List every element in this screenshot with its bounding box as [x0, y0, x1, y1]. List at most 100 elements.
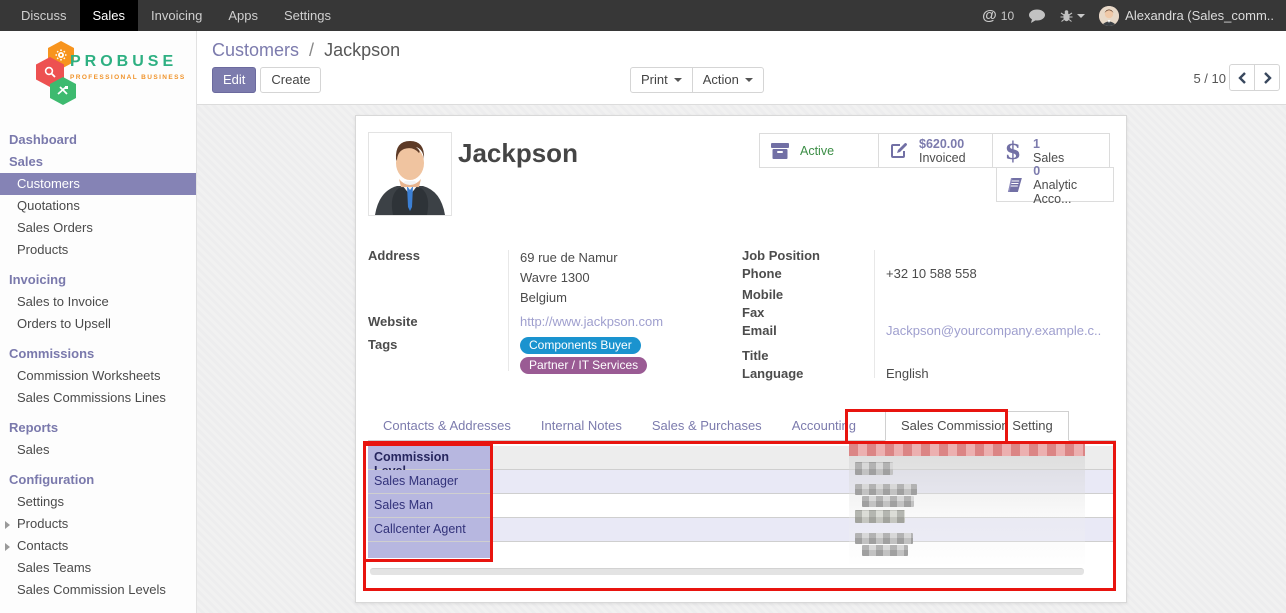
pager-counter: 5 / 10: [1193, 71, 1226, 86]
print-dropdown-button[interactable]: Print: [630, 67, 693, 93]
tab-accounting[interactable]: Accounting: [777, 412, 871, 440]
tag-components-buyer[interactable]: Components Buyer: [520, 337, 641, 354]
job-position-label: Job Position: [742, 246, 874, 263]
redacted-blur: [862, 545, 908, 556]
sidebar-heading-sales[interactable]: Sales: [0, 151, 196, 173]
sidebar-item-config-products[interactable]: Products: [0, 513, 196, 535]
sidebar-item-products[interactable]: Products: [0, 239, 196, 261]
address-street: 69 rue de Namur: [520, 248, 618, 268]
sidebar-item-sales-commissions-lines[interactable]: Sales Commissions Lines: [0, 387, 196, 409]
sidebar-item-sales-teams[interactable]: Sales Teams: [0, 557, 196, 579]
tab-contacts-addresses[interactable]: Contacts & Addresses: [368, 412, 526, 440]
address-value: 69 rue de Namur Wavre 1300 Belgium: [508, 246, 618, 308]
breadcrumb-customers[interactable]: Customers: [212, 40, 299, 60]
address-country: Belgium: [520, 288, 618, 308]
tags-label: Tags: [368, 335, 508, 374]
tag-partner-it-services[interactable]: Partner / IT Services: [520, 357, 647, 374]
sidebar-item-settings[interactable]: Settings: [0, 491, 196, 513]
menu-invoicing[interactable]: Invoicing: [138, 0, 215, 31]
breadcrumb-current: Jackpson: [324, 40, 400, 60]
left-field-column: Address 69 rue de Namur Wavre 1300 Belgi…: [368, 246, 730, 375]
customer-form-sheet: Jackpson Active $620.00 Invoiced: [355, 115, 1127, 603]
at-icon: @: [982, 7, 997, 24]
search-icon: [43, 65, 57, 79]
sales-count: 1: [1033, 137, 1064, 151]
chevron-left-icon: [1238, 72, 1247, 84]
commission-level-column-header[interactable]: Commission Level: [368, 446, 490, 469]
user-menu[interactable]: Alexandra (Sales_comm..: [1099, 6, 1274, 26]
sidebar: PROBUSE PROFESSIONAL BUSINESS Dashboard …: [0, 31, 197, 613]
active-label: Active: [800, 144, 834, 158]
main-content: Customers / Jackpson Edit Create Print A…: [197, 31, 1286, 613]
tab-internal-notes[interactable]: Internal Notes: [526, 412, 637, 440]
create-button[interactable]: Create: [260, 67, 321, 93]
analytic-count: 0: [1033, 164, 1105, 178]
job-position-value: [874, 246, 886, 263]
commission-level-cell[interactable]: Callcenter Agent: [368, 518, 490, 541]
sidebar-heading-invoicing[interactable]: Invoicing: [0, 269, 196, 291]
sidebar-item-label: Products: [17, 516, 68, 531]
invoiced-amount: $620.00: [919, 137, 966, 151]
logo-subtitle: PROFESSIONAL BUSINESS: [70, 74, 186, 81]
phone-label: Phone: [742, 264, 874, 281]
customer-photo[interactable]: [368, 132, 452, 216]
gear-icon: [54, 48, 68, 62]
mobile-label: Mobile: [742, 285, 874, 302]
record-title: Jackpson: [458, 138, 578, 169]
mentions-counter[interactable]: @ 10: [982, 7, 1014, 24]
caret-down-icon: [745, 78, 753, 82]
menu-apps[interactable]: Apps: [215, 0, 271, 31]
commission-level-cell-empty[interactable]: [368, 542, 490, 558]
menu-discuss[interactable]: Discuss: [8, 0, 80, 31]
debug-caret-icon: [1077, 14, 1085, 18]
sidebar-heading-commissions[interactable]: Commissions: [0, 343, 196, 365]
sidebar-item-config-contacts[interactable]: Contacts: [0, 535, 196, 557]
sidebar-item-reports-sales[interactable]: Sales: [0, 439, 196, 461]
tab-sales-purchases[interactable]: Sales & Purchases: [637, 412, 777, 440]
website-link[interactable]: http://www.jackpson.com: [520, 314, 663, 329]
fax-value: [874, 303, 886, 320]
sidebar-heading-configuration[interactable]: Configuration: [0, 469, 196, 491]
sidebar-heading-reports[interactable]: Reports: [0, 417, 196, 439]
redacted-blur: [855, 533, 913, 544]
archive-icon: [768, 142, 792, 160]
bug-icon: [1060, 9, 1073, 23]
title-value: [874, 346, 886, 363]
sidebar-item-orders-to-upsell[interactable]: Orders to Upsell: [0, 313, 196, 335]
sidebar-item-sales-commission-levels[interactable]: Sales Commission Levels: [0, 579, 196, 601]
sidebar-item-commission-worksheets[interactable]: Commission Worksheets: [0, 365, 196, 387]
horizontal-scrollbar[interactable]: [370, 568, 1084, 575]
menu-sales[interactable]: Sales: [80, 0, 139, 31]
sidebar-heading-dashboard[interactable]: Dashboard: [0, 129, 196, 151]
pager-previous-button[interactable]: [1229, 64, 1255, 91]
chat-icon[interactable]: [1028, 9, 1046, 23]
sidebar-item-sales-to-invoice[interactable]: Sales to Invoice: [0, 291, 196, 313]
menu-settings[interactable]: Settings: [271, 0, 344, 31]
active-stat-button[interactable]: Active: [759, 133, 879, 168]
sidebar-item-label: Contacts: [17, 538, 68, 553]
commission-level-cell[interactable]: Sales Man: [368, 494, 490, 517]
commission-level-cell[interactable]: Sales Manager: [368, 470, 490, 493]
caret-down-icon: [674, 78, 682, 82]
debug-menu[interactable]: [1060, 9, 1085, 23]
control-panel: Customers / Jackpson Edit Create Print A…: [197, 31, 1286, 105]
action-dropdown-button[interactable]: Action: [692, 67, 764, 93]
tab-sales-commission-setting[interactable]: Sales Commission Setting: [885, 411, 1069, 441]
email-label: Email: [742, 321, 874, 338]
sidebar-item-customers[interactable]: Customers: [0, 173, 196, 195]
sidebar-item-sales-orders[interactable]: Sales Orders: [0, 217, 196, 239]
edit-note-icon: [887, 142, 911, 160]
right-field-column: Job Position Phone +32 10 588 558 Mobile…: [742, 246, 1114, 382]
edit-button[interactable]: Edit: [212, 67, 256, 93]
address-city: Wavre 1300: [520, 268, 618, 288]
email-link[interactable]: Jackpson@yourcompany.example.c..: [886, 323, 1101, 338]
action-label: Action: [703, 68, 739, 92]
invoiced-stat-button[interactable]: $620.00 Invoiced: [878, 133, 993, 168]
chevron-right-icon: [5, 521, 10, 529]
phone-value: +32 10 588 558: [874, 264, 977, 281]
redacted-blur: [855, 462, 893, 475]
analytic-accounts-stat-button[interactable]: 0 Analytic Acco...: [996, 167, 1114, 202]
analytic-label: Analytic Acco...: [1033, 178, 1105, 206]
sidebar-item-quotations[interactable]: Quotations: [0, 195, 196, 217]
pager-next-button[interactable]: [1254, 64, 1280, 91]
